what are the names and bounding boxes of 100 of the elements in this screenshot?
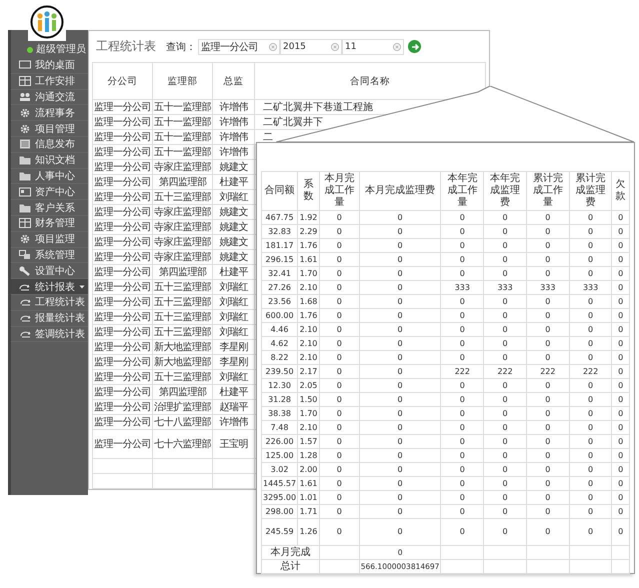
table-cell: 467.75 (262, 210, 298, 224)
table-cell: 226.00 (262, 434, 298, 448)
filter-field[interactable]: 11 (342, 38, 404, 54)
sidebar-item[interactable]: 统计报表 (11, 279, 88, 295)
table-cell: 2.10 (298, 350, 320, 364)
table-cell: 31.28 (262, 392, 298, 406)
table-cell: 监理一分公司 (92, 280, 152, 294)
table-cell: 新大地监理部 (152, 340, 212, 354)
table-cell: 0 (612, 336, 630, 350)
table-cell: 0 (359, 364, 441, 378)
table-cell: 0 (612, 518, 630, 546)
page-title: 工程统计表 (96, 38, 156, 55)
table-cell: 总计 (262, 560, 320, 574)
contract-name: 二矿北翼井下巷道工程施 (263, 102, 373, 112)
table-cell: 0 (440, 322, 484, 336)
table-cell: 0 (484, 210, 526, 224)
clear-icon[interactable] (331, 42, 339, 50)
clear-icon[interactable] (269, 42, 277, 50)
table-cell: 0 (484, 504, 526, 518)
table-cell: 333 (484, 280, 526, 294)
sidebar-item[interactable]: 信息发布 (11, 136, 88, 153)
table-cell: 0 (440, 378, 484, 392)
table-cell: 0 (526, 378, 570, 392)
table-cell: 2.10 (298, 322, 320, 336)
table-cell: 杜建平 (212, 384, 254, 400)
column-header: 累计完成工作量 (526, 172, 570, 210)
table-cell: 0 (484, 266, 526, 280)
table-cell: 0 (612, 448, 630, 462)
table-cell: 298.00 (262, 504, 298, 518)
table-cell: 监理一分公司 (92, 160, 152, 174)
table-cell: 1.61 (298, 476, 320, 490)
table-cell: 0 (359, 504, 441, 518)
table-cell: 0 (612, 350, 630, 364)
clear-icon[interactable] (393, 42, 401, 50)
table-cell: 许增伟 (212, 414, 254, 430)
table-cell: 2.10 (298, 336, 320, 350)
table-cell: 0 (319, 350, 360, 364)
windows-icon (19, 250, 31, 260)
table-cell: 222 (526, 364, 570, 378)
table-cell: 0 (440, 490, 484, 504)
table-cell: 0 (526, 224, 570, 238)
sidebar-item[interactable]: 知识文档 (11, 152, 88, 169)
table-cell: 0 (484, 490, 526, 504)
table-cell: 第四监理部 (152, 264, 212, 280)
search-button[interactable] (408, 40, 421, 53)
table-cell: 0 (526, 350, 570, 364)
table-cell: 0 (484, 518, 526, 546)
table-cell: 4.46 (262, 322, 298, 336)
table-cell: 0 (612, 266, 630, 280)
sidebar-item[interactable]: 客户关系 (11, 200, 88, 216)
table-cell: 0 (612, 322, 630, 336)
table-cell: 监理一分公司 (92, 264, 152, 280)
table-cell: 0 (526, 420, 570, 434)
table-cell: 23.56 (262, 294, 298, 308)
table-cell: 0 (569, 238, 612, 252)
table-cell: 0 (359, 518, 441, 546)
table-cell: 0 (319, 476, 360, 490)
table-cell: 0 (359, 280, 441, 294)
table-cell: 296.15 (262, 252, 298, 266)
table-cell: 0 (612, 364, 630, 378)
table-cell: 0 (359, 336, 441, 350)
table-cell: 监理一分公司 (92, 414, 152, 430)
table-cell: 监理一分公司 (92, 354, 152, 370)
wrench-icon (19, 266, 31, 276)
table-cell: 监理一分公司 (92, 220, 152, 234)
sidebar-item[interactable]: 人事中心 (11, 168, 88, 184)
document-icon (19, 139, 31, 150)
table-cell: 333 (526, 280, 570, 294)
table-cell: 0 (440, 420, 484, 434)
filter-field[interactable]: 2015 (280, 38, 342, 54)
table-cell: 0 (484, 406, 526, 420)
table-cell: 五十一监理部 (152, 100, 212, 114)
table-cell: 0 (440, 476, 484, 490)
table-cell: 0 (319, 322, 360, 336)
table-cell: 0 (359, 392, 441, 406)
table-cell: 0 (319, 504, 360, 518)
table-cell: 0 (440, 518, 484, 546)
table-cell: 0 (440, 266, 484, 280)
table-cell: 监理一分公司 (92, 340, 152, 354)
table-cell: 刘瑞红 (212, 370, 254, 384)
table-cell: 0 (319, 224, 360, 238)
table-cell: 0 (569, 336, 612, 350)
table-cell: 0 (569, 448, 612, 462)
grid-icon (19, 76, 31, 86)
filter-field[interactable]: 监理一分公司 (198, 38, 280, 54)
table-cell: 0 (526, 322, 570, 336)
table-cell: 0 (440, 308, 484, 322)
table-cell: 1.76 (298, 308, 320, 322)
table-cell: 0 (359, 406, 441, 420)
table-cell: 1.50 (298, 392, 320, 406)
table-cell: 0 (484, 420, 526, 434)
table-cell: 监理一分公司 (92, 190, 152, 204)
table-cell: 0 (319, 294, 360, 308)
table-cell: 寺家庄监理部 (152, 220, 212, 234)
table-cell: 0 (526, 210, 570, 224)
gear-icon (19, 234, 31, 244)
table-cell: 0 (319, 448, 360, 462)
table-cell: 0 (484, 476, 526, 490)
table-cell: 许增伟 (212, 114, 254, 130)
table-cell: 五十三监理部 (152, 370, 212, 384)
